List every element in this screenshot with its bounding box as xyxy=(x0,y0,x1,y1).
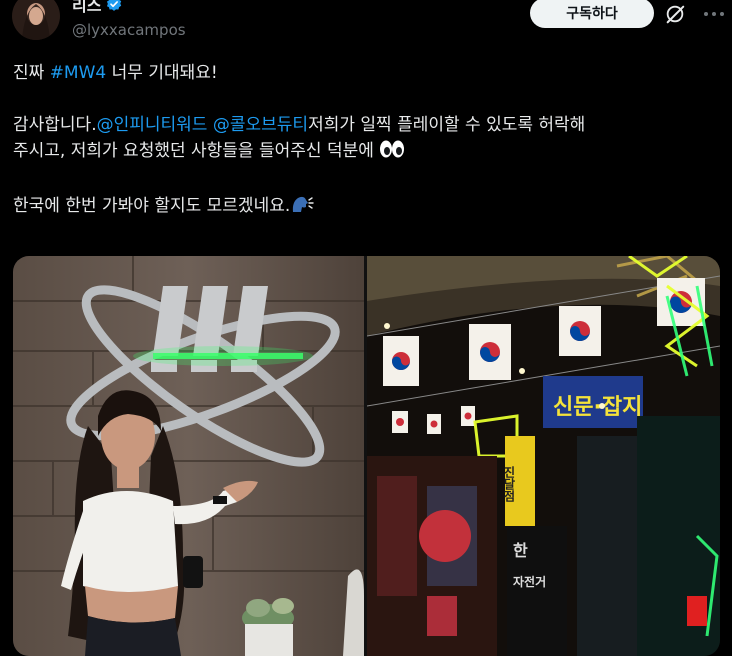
tweet-line-2: 감사합니다.@인피니티워드 @콜오브듀티저희가 일찍 플레이할 수 있도록 허락… xyxy=(13,112,723,138)
sign-han: 한 xyxy=(513,541,528,560)
tweet-header: 리스 @lyxxacampos 구독하다 xyxy=(0,0,732,50)
subscribe-button[interactable]: 구독하다 xyxy=(530,0,654,28)
more-options-icon[interactable] xyxy=(700,0,728,28)
sign-newspaper: 신문·잡지 xyxy=(553,395,642,420)
media-photo-left[interactable] xyxy=(13,256,364,656)
avatar[interactable] xyxy=(12,0,60,40)
hashtag-link[interactable]: #MW4 xyxy=(50,63,107,83)
author-name-row[interactable]: 리스 xyxy=(72,0,123,16)
tweet-text-segment: 한국에 한번 가봐야 할지도 모르겠네요. xyxy=(13,196,291,216)
tweet-line-1: 진짜 #MW4 너무 기대돼요! xyxy=(13,60,723,86)
verified-badge-icon xyxy=(105,0,123,13)
tweet-line-3: 주시고, 저희가 요청했던 사항들을 들어주신 덕분에 xyxy=(13,138,723,167)
speaking-head-emoji-icon xyxy=(290,194,314,222)
media-grid: 신문·잡지 진달점 한 자전거 xyxy=(13,256,720,656)
media-photo-right[interactable]: 신문·잡지 진달점 한 자전거 xyxy=(367,256,720,656)
author-handle[interactable]: @lyxxacampos xyxy=(72,21,186,39)
sign-bicycle: 자전거 xyxy=(513,574,546,589)
grok-icon[interactable] xyxy=(664,3,686,25)
mention-link-callofduty[interactable]: @콜오브듀티 xyxy=(213,115,308,135)
tweet-text-segment: 감사합니다. xyxy=(13,115,97,135)
eyes-emoji-icon xyxy=(379,139,405,167)
tweet-text-segment: 주시고, 저희가 요청했던 사항들을 들어주신 덕분에 xyxy=(13,141,380,161)
tweet-text-segment: 너무 기대돼요! xyxy=(106,63,218,83)
tweet-body: 진짜 #MW4 너무 기대돼요! 감사합니다.@인피니티워드 @콜오브듀티저희가… xyxy=(13,60,723,222)
tweet-text-segment: 저희가 일찍 플레이할 수 있도록 허락해 xyxy=(308,115,586,135)
author-display-name[interactable]: 리스 xyxy=(72,0,101,16)
mention-link-infinityward[interactable]: @인피니티워드 xyxy=(97,115,208,135)
sign-shop: 진달점 xyxy=(502,465,516,503)
tweet-line-4: 한국에 한번 가봐야 할지도 모르겠네요. xyxy=(13,193,723,222)
tweet-text-segment: 진짜 xyxy=(13,63,50,83)
